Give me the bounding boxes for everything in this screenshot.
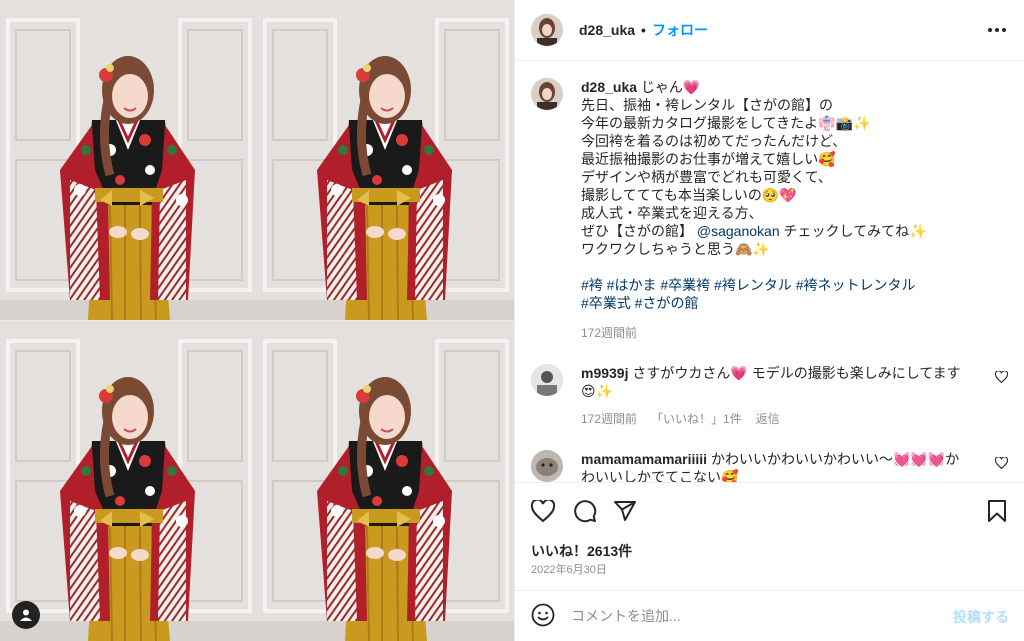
avatar[interactable] [531, 14, 563, 46]
separator-dot: • [641, 22, 646, 38]
caption-line: 成人式・卒業式を迎える方、 [581, 205, 763, 221]
bookmark-icon [988, 500, 1006, 522]
comment-icon [574, 500, 597, 523]
likes-count[interactable]: いいね！2613件 [531, 541, 632, 561]
caption-line: じゃん💗 [640, 79, 701, 95]
username-link[interactable]: d28_uka [579, 22, 635, 38]
post-date[interactable]: 2022年6月30日 [531, 561, 607, 577]
comment-like-button[interactable] [994, 456, 1009, 470]
caption-line: 今回袴を着るのは初めてだったんだけど、 [581, 133, 847, 149]
emoji-button[interactable] [531, 603, 557, 629]
comment-text: m9939j さすがウカさん💗 モデルの撮影も楽しみにしてます 😍✨ 172週間… [581, 364, 981, 428]
caption-line: 最近振袖撮影のお仕事が増えて嬉しい🥰 [581, 151, 836, 167]
photo-tile [0, 321, 257, 641]
avatar[interactable] [531, 450, 563, 482]
caption-line: ぜひ【さがの館】 [581, 223, 693, 239]
reply-button[interactable]: 返信 [756, 410, 780, 428]
post-panel: d28_uka • フォロー d28_uka じゃん💗 先日、振袖・袴レンタル【… [514, 0, 1024, 641]
comment-button[interactable] [571, 497, 599, 525]
caption-line: チェックしてみてね✨ [783, 223, 927, 239]
photo-tile [257, 0, 514, 320]
caption-line: デザインや柄が豊富でどれも可愛くて、 [581, 169, 832, 185]
caption-line: 先日、振袖・袴レンタル【さがの館】の [581, 97, 833, 113]
comment-text: mamamamamariiiii かわいいかわいいかわいい〜💓💓💓か わいいしか… [581, 450, 981, 482]
emoji-icon [531, 603, 555, 627]
heart-icon [531, 500, 555, 522]
avatar[interactable] [531, 364, 563, 396]
hashtag-line[interactable]: #袴 #はかま #卒業袴 #袴レンタル #袴ネットレンタル [581, 276, 991, 294]
comment-username[interactable]: mamamamamariiiii [581, 451, 707, 467]
post-header: d28_uka • フォロー [515, 0, 1024, 61]
share-icon [614, 501, 636, 521]
photo-tile [257, 321, 514, 641]
like-button[interactable] [529, 497, 557, 525]
caption-text: d28_uka じゃん💗 先日、振袖・袴レンタル【さがの館】の 今年の最新カタロ… [581, 78, 991, 342]
caption-line: 今年の最新カタログ撮影をしてきたよ👘📸✨ [581, 115, 871, 131]
comment-body: さすがウカさん💗 モデルの撮影も楽しみにしてます [632, 365, 961, 381]
follow-button[interactable]: フォロー [652, 20, 708, 40]
share-button[interactable] [611, 497, 639, 525]
caption-line: ワクワクしちゃうと思う🙈✨ [581, 241, 770, 257]
heart-icon [994, 456, 1009, 470]
mention-link[interactable]: @saganokan [697, 223, 780, 239]
comment-body: 😍✨ [581, 383, 614, 399]
comment-body: わいいしかでてこない🥰 [581, 469, 739, 482]
caption-username[interactable]: d28_uka [581, 79, 637, 95]
caption-time[interactable]: 172週間前 [581, 324, 991, 342]
post-media[interactable] [0, 0, 514, 641]
avatar[interactable] [531, 78, 563, 110]
comment-meta: 172週間前 「いいね！」1件 返信 [581, 410, 981, 428]
photo-tile [0, 0, 257, 320]
post-comment-button[interactable]: 投稿する [953, 607, 1009, 627]
hashtags[interactable]: #袴 #はかま #卒業袴 #袴レンタル #袴ネットレンタル #卒業式 #さがの館 [581, 276, 991, 312]
comment-like-button[interactable] [994, 370, 1009, 384]
caption-line: 撮影しててても本当楽しいの🥺💖 [581, 187, 797, 203]
hashtag-line[interactable]: #卒業式 #さがの館 [581, 294, 991, 312]
save-button[interactable] [983, 497, 1011, 525]
comment-username[interactable]: m9939j [581, 365, 628, 381]
more-options-button[interactable] [985, 20, 1009, 40]
user-icon [20, 609, 32, 621]
comment-input[interactable] [571, 605, 931, 627]
comment-time[interactable]: 172週間前 [581, 410, 637, 428]
add-comment-bar: 投稿する [515, 590, 1024, 641]
comments-list[interactable]: d28_uka じゃん💗 先日、振袖・袴レンタル【さがの館】の 今年の最新カタロ… [515, 62, 1024, 482]
tagged-users-button[interactable] [12, 601, 40, 629]
action-bar [515, 482, 1024, 538]
more-horizontal-icon [988, 28, 1006, 32]
comment-likes[interactable]: 「いいね！」1件 [651, 410, 742, 428]
comment-body: かわいいかわいいかわいい〜💓💓💓か [710, 451, 960, 467]
heart-icon [994, 370, 1009, 384]
